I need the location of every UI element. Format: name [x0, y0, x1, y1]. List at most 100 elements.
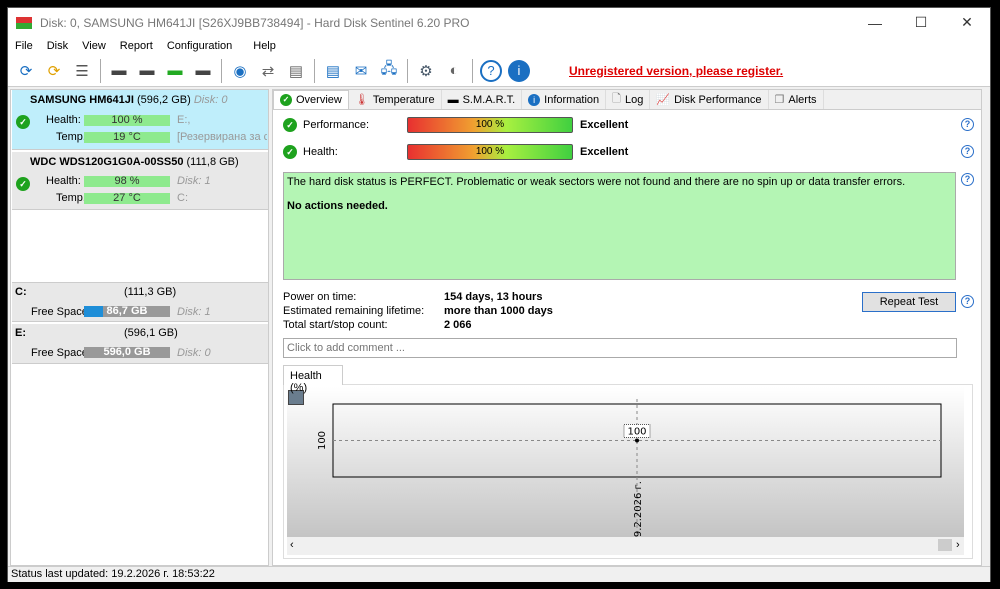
disk-search-icon[interactable]: ▬: [192, 60, 214, 82]
scroll-thumb[interactable]: [938, 539, 952, 551]
toolbar-separator: [314, 58, 315, 83]
disk-number: Disk: 1: [177, 306, 211, 318]
maximize-button[interactable]: ☐: [898, 8, 944, 37]
toolbar: ⟳ ⟳ ☰ ▬ ▬ ▬ ▬ ◉ ⇄ ▤ ▤ ✉ 🖧 ⚙ ◐ ? i Unregi…: [8, 55, 990, 87]
disk-ok-icon[interactable]: ▬: [164, 60, 186, 82]
lifetime-label: Estimated remaining lifetime:: [283, 305, 425, 317]
chart-scrollbar[interactable]: ‹ ›: [287, 537, 964, 555]
tab-bar: ✓ Overview 🌡 Temperature ▬ S.M.A.R.T. i Info…: [273, 90, 981, 110]
disk-list-panel: SAMSUNG HM641JI (596,2 GB) Disk: 0 ✓ Hea…: [10, 89, 269, 566]
help-icon[interactable]: ?: [961, 118, 974, 131]
app-icon: [16, 16, 32, 29]
health-label: Health:: [303, 146, 338, 158]
disk-info-icon[interactable]: ▬: [108, 60, 130, 82]
menu-configuration[interactable]: Configuration: [167, 40, 232, 52]
disk-number: Disk: 0: [177, 347, 211, 359]
performance-label: Performance:: [303, 119, 370, 131]
refresh-icon[interactable]: ⟳: [15, 60, 37, 82]
help-icon[interactable]: ?: [480, 59, 502, 82]
data-point: [635, 438, 639, 443]
minimize-button[interactable]: —: [852, 8, 898, 37]
volume-letter: E:: [15, 327, 26, 339]
scroll-right-icon[interactable]: ›: [956, 539, 960, 551]
volume-item[interactable]: C: (111,3 GB) Free Space 86,7 GB Disk: 1: [12, 282, 268, 322]
menu-help[interactable]: Help: [253, 40, 276, 52]
tab-label: Alerts: [788, 93, 817, 106]
health-rating: Excellent: [580, 146, 629, 158]
disk-list-icon[interactable]: ☰: [71, 60, 93, 82]
x-tick-label: 19.2.2026 г.: [633, 481, 644, 537]
status-description: The hard disk status is PERFECT. Problem…: [287, 176, 906, 188]
document-icon: 🗋: [612, 93, 622, 105]
disk-copy-icon[interactable]: ▤: [285, 60, 307, 82]
thermometer-icon: 🌡: [354, 94, 369, 106]
volume-item[interactable]: E: (596,1 GB) Free Space 596,0 GB Disk: …: [12, 324, 268, 364]
chart-icon: 📈: [656, 94, 671, 106]
menu-view[interactable]: View: [82, 40, 106, 52]
register-link[interactable]: Unregistered version, please register.: [569, 64, 783, 78]
network-disk-icon[interactable]: ◉: [229, 60, 251, 82]
menu-file[interactable]: File: [15, 40, 33, 52]
network-icon[interactable]: 🖧: [378, 60, 400, 82]
volume-letter: C:: [15, 286, 27, 298]
status-bar: Status last updated: 19.2.2026 г. 18:53:…: [8, 566, 990, 582]
window-title: Disk: 0, SAMSUNG HM641JI [S26XJ9BB738494…: [40, 15, 470, 30]
disk-number: Disk: 1: [177, 175, 211, 187]
volume-size: (111,3 GB): [124, 286, 177, 298]
tab-log[interactable]: 🗋 Log: [606, 90, 651, 109]
help-icon[interactable]: ?: [961, 295, 974, 308]
mail-icon[interactable]: ✉: [350, 60, 372, 82]
disk-schedule-icon[interactable]: ▬: [136, 60, 158, 82]
tab-disk-performance[interactable]: 📈 Disk Performance: [650, 90, 769, 109]
status-text-box: The hard disk status is PERFECT. Problem…: [283, 172, 956, 280]
status-last-updated: Status last updated: 19.2.2026 г. 18:53:…: [11, 568, 215, 580]
settings-icon[interactable]: ⚙: [415, 60, 437, 82]
health-bar: 100 %: [407, 144, 573, 160]
power-on-value: 154 days, 13 hours: [444, 291, 543, 303]
volume-size: (596,1 GB): [124, 327, 178, 339]
help-icon[interactable]: ?: [961, 173, 974, 186]
tab-overview[interactable]: ✓ Overview: [273, 90, 349, 109]
menu-report[interactable]: Report: [120, 40, 153, 52]
comment-input[interactable]: [283, 338, 957, 358]
disk-transfer-icon[interactable]: ⇄: [257, 60, 279, 82]
close-button[interactable]: ✕: [944, 8, 990, 37]
performance-ok-icon: ✓: [283, 118, 297, 132]
title-bar: Disk: 0, SAMSUNG HM641JI [S26XJ9BB738494…: [8, 8, 990, 37]
disk-volumes: C:: [177, 192, 188, 204]
tab-label: Temperature: [372, 93, 435, 106]
disk-number: Disk: 0: [193, 94, 228, 106]
temp-bar: 27 °C: [84, 193, 170, 204]
sound-icon[interactable]: ◐: [443, 60, 465, 82]
tab-temperature[interactable]: 🌡 Temperature: [349, 90, 442, 109]
tab-alerts[interactable]: ❐ Alerts: [769, 90, 824, 109]
disk-name: SAMSUNG HM641JI: [30, 94, 134, 106]
free-space-label: Free Space: [31, 306, 88, 318]
tab-label: Log: [625, 93, 644, 106]
menu-disk[interactable]: Disk: [47, 40, 68, 52]
toolbar-separator: [472, 58, 473, 83]
startstop-value: 2 066: [444, 319, 472, 331]
performance-bar: 100 %: [407, 117, 573, 133]
report-icon[interactable]: ▤: [322, 60, 344, 82]
disk-name: WDC WDS120G1G0A-00SS50: [30, 156, 184, 168]
disk-item[interactable]: WDC WDS120G1G0A-00SS50 (111,8 GB) ✓ Heal…: [12, 152, 268, 210]
scroll-left-icon[interactable]: ‹: [290, 539, 294, 551]
info-icon[interactable]: i: [508, 59, 530, 82]
disk-volumes: E:,: [177, 114, 191, 126]
tab-label: Disk Performance: [674, 93, 762, 106]
startstop-label: Total start/stop count:: [283, 319, 388, 331]
disk-item[interactable]: SAMSUNG HM641JI (596,2 GB) Disk: 0 ✓ Hea…: [12, 90, 268, 150]
health-ok-icon: ✓: [283, 145, 297, 159]
refresh-warning-icon[interactable]: ⟳: [43, 60, 65, 82]
info-icon: i: [528, 93, 541, 106]
repeat-test-button[interactable]: Repeat Test: [862, 292, 956, 312]
chart-area: 100 100 19.2.2026 г.: [287, 387, 964, 537]
tab-information[interactable]: i Information: [522, 90, 607, 109]
tab-label: Information: [544, 93, 600, 106]
tab-smart[interactable]: ▬ S.M.A.R.T.: [442, 90, 523, 109]
tab-label: Overview: [296, 94, 342, 106]
help-icon[interactable]: ?: [961, 145, 974, 158]
disk-size: (596,2 GB): [136, 94, 191, 106]
tab-health-chart[interactable]: Health (%): [283, 365, 343, 394]
